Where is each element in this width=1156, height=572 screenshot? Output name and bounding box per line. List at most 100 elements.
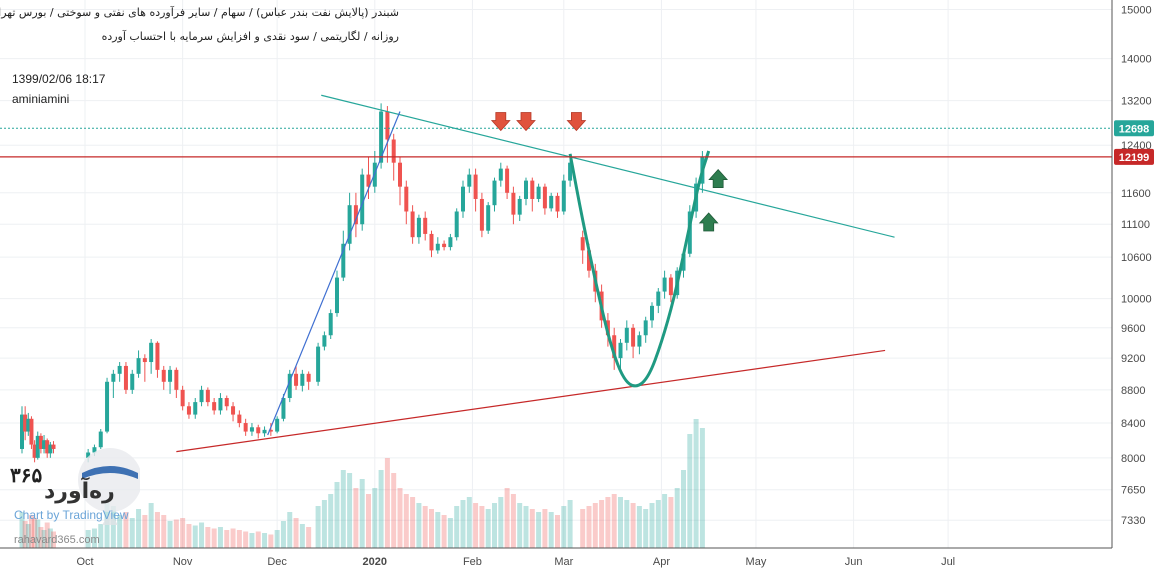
candle-body — [404, 186, 409, 212]
volume-bar — [416, 503, 422, 548]
volume-bar — [693, 419, 699, 548]
tradingview-credit: Chart by TradingView — [14, 508, 129, 522]
x-tick-label: Mar — [554, 556, 573, 568]
site-url: rahavard365.com — [14, 534, 100, 546]
candle-body — [218, 397, 223, 411]
candle-body — [448, 237, 453, 248]
candle-body — [624, 327, 629, 343]
candle-body — [656, 291, 661, 306]
volume-bar — [422, 506, 428, 548]
volume-bar — [485, 509, 491, 548]
price-chart[interactable]: 7330 7650 8000 8400 8800 9200 9600 10000 10600 11… — [0, 0, 1156, 572]
drawing-tools — [0, 94, 1112, 453]
volume-bar — [410, 497, 416, 548]
x-tick-label: Oct — [76, 556, 93, 568]
candle-body — [322, 335, 327, 347]
volume-bar — [699, 428, 705, 548]
arrow-up — [698, 212, 719, 232]
candle-body — [473, 174, 478, 199]
volume-bar — [315, 506, 321, 548]
volume-bar — [447, 518, 453, 548]
volume-bar — [466, 497, 472, 548]
volume-bar — [199, 522, 205, 548]
candle-body — [492, 180, 497, 206]
candle-body — [262, 429, 267, 434]
x-tick-label: Jul — [941, 556, 955, 568]
y-tick-label: 10600 — [1121, 252, 1152, 264]
candle-body — [542, 186, 547, 209]
volume-bar — [180, 518, 186, 548]
candle-body — [29, 418, 34, 445]
volume-bar — [378, 470, 384, 548]
timestamp: 1399/02/06 18:17 — [12, 72, 106, 86]
trendline-rally — [267, 111, 401, 436]
candle-body — [155, 342, 160, 370]
candle-body — [199, 389, 204, 403]
volume-bar — [366, 494, 371, 548]
volume-bar — [255, 531, 261, 548]
candle-body — [385, 111, 390, 140]
chart-stage: 7330 7650 8000 8400 8800 9200 9600 10000 10600 11… — [0, 0, 1156, 572]
volume-bar — [262, 533, 268, 548]
candle-body — [561, 180, 566, 212]
author-name: aminiamini — [12, 92, 70, 106]
volume-bar — [403, 494, 409, 548]
y-tick-label: 11600 — [1121, 188, 1151, 200]
candle-body — [111, 373, 116, 382]
volume-bar — [306, 527, 312, 548]
volume-bar — [211, 528, 217, 548]
y-tick-label: 7330 — [1121, 515, 1145, 527]
candle-body — [549, 195, 554, 209]
volume-bar — [142, 515, 148, 548]
candle-body — [461, 186, 465, 212]
candle-body — [486, 205, 491, 231]
candle-body — [105, 381, 110, 432]
volume-bar — [293, 518, 299, 548]
volume-bar — [429, 509, 434, 548]
volume-bar — [536, 512, 542, 548]
volume-bar — [353, 488, 359, 548]
volume-bar — [674, 488, 680, 548]
candle-body — [205, 389, 210, 403]
volume-bar — [230, 528, 236, 548]
y-tick-label: 7650 — [1121, 485, 1145, 497]
volume-bar — [148, 503, 154, 548]
volume-bar — [347, 473, 353, 548]
volume-bar — [217, 527, 223, 548]
volume-bar — [192, 525, 198, 548]
volume-bar — [243, 531, 249, 548]
candle-body — [306, 373, 311, 382]
candle-body — [243, 423, 248, 432]
volume-bar — [548, 512, 554, 548]
candle-body — [316, 346, 321, 382]
candle-body — [511, 192, 516, 215]
candle-body — [174, 369, 179, 390]
volume-bar — [649, 503, 655, 548]
candle-body — [294, 373, 299, 386]
trendline-upper — [321, 94, 895, 238]
candle-body — [275, 418, 280, 432]
candle-body — [180, 389, 185, 407]
volume-bar — [249, 533, 255, 548]
candle-body — [643, 320, 648, 336]
volume-bar — [605, 497, 611, 548]
volume-bar — [655, 500, 661, 548]
volume-bar — [542, 509, 548, 548]
candle-body — [193, 402, 198, 415]
y-tick-label: 13200 — [1121, 96, 1152, 108]
volume-bar — [359, 479, 365, 548]
y-tick-label: 9200 — [1121, 353, 1145, 365]
volume-bar — [299, 524, 305, 548]
candle-body — [149, 342, 154, 363]
candle-body — [555, 195, 560, 212]
volume-bar — [328, 494, 334, 548]
volume-bar — [167, 521, 173, 548]
y-tick-label: 9600 — [1121, 323, 1145, 335]
candle-body — [391, 139, 396, 163]
volume-bar — [321, 500, 327, 548]
volume-bar — [173, 519, 179, 548]
volume-bar — [668, 497, 674, 548]
candle-body — [224, 397, 229, 407]
volume-bar — [454, 506, 460, 548]
candle-body — [442, 243, 447, 248]
